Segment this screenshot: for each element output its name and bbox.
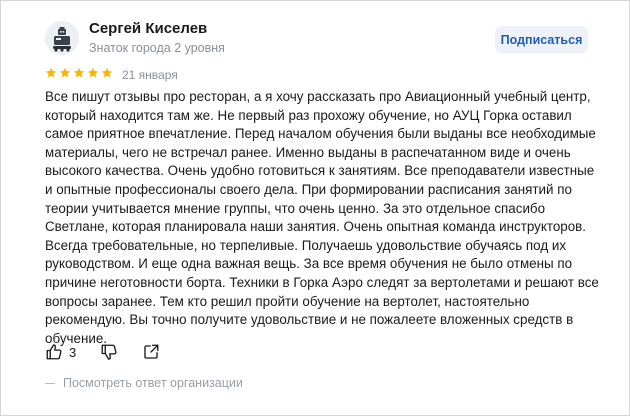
star-icon	[59, 67, 71, 78]
robot-avatar-icon	[45, 21, 79, 55]
star-icon	[87, 67, 99, 78]
share-icon	[144, 344, 159, 359]
dislike-button[interactable]	[100, 343, 118, 361]
author-level: Знаток города 2 уровня	[89, 41, 225, 55]
star-icon	[101, 67, 113, 78]
review-actions: 3	[45, 343, 160, 361]
like-button[interactable]: 3	[45, 343, 76, 361]
review-card: Сергей Киселев Знаток города 2 уровня По…	[0, 0, 630, 416]
like-count: 3	[69, 344, 77, 360]
subscribe-button[interactable]: Подписаться	[495, 26, 588, 53]
show-org-reply-link[interactable]: Посмотреть ответ организации	[45, 376, 243, 390]
org-reply-label: Посмотреть ответ организации	[63, 376, 243, 390]
review-date: 21 января	[122, 68, 178, 82]
avatar[interactable]	[45, 21, 79, 55]
review-text: Все пишут отзывы про ресторан, а я хочу …	[45, 89, 599, 346]
author-name[interactable]: Сергей Киселев	[89, 20, 207, 37]
thumbs-down-icon	[101, 344, 117, 360]
thumbs-up-icon	[46, 344, 62, 360]
divider-dash	[45, 383, 55, 385]
rating-stars	[45, 67, 113, 79]
star-icon	[45, 67, 57, 78]
share-button[interactable]	[142, 343, 160, 361]
star-icon	[73, 67, 85, 78]
